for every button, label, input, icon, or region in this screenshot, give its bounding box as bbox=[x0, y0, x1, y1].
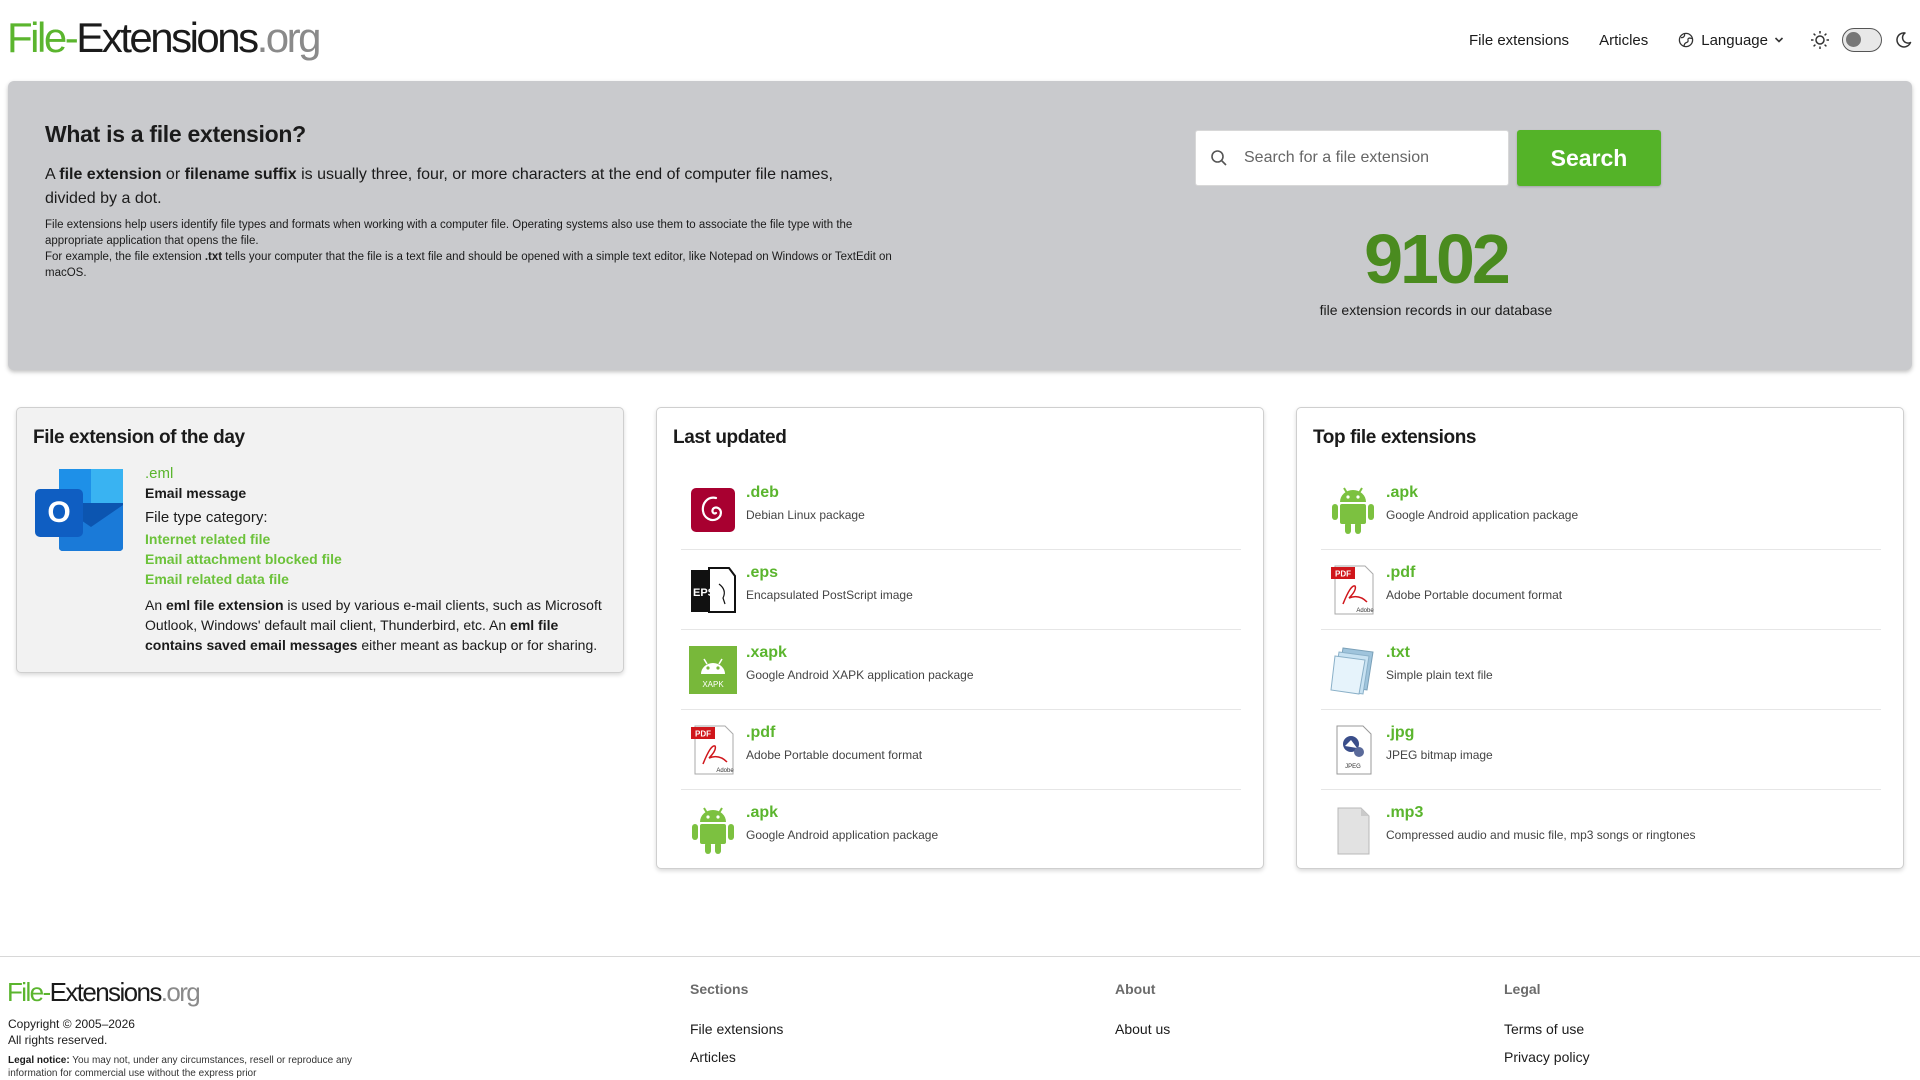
list-item[interactable]: JPEG .jpg JPEG bitmap image bbox=[1321, 710, 1881, 790]
debian-icon bbox=[691, 488, 735, 532]
footer-about: About About us bbox=[1115, 981, 1170, 1043]
list-item[interactable]: EPS .eps Encapsulated PostScript image bbox=[681, 550, 1241, 630]
last-updated-list: .deb Debian Linux package EPS .eps Encap… bbox=[681, 470, 1241, 870]
chevron-down-icon bbox=[1774, 37, 1784, 43]
moon-icon bbox=[1896, 32, 1912, 48]
category-link[interactable]: Email attachment blocked file bbox=[145, 549, 342, 569]
footer-link-terms[interactable]: Terms of use bbox=[1504, 1015, 1590, 1043]
copyright: Copyright © 2005–2026 All rights reserve… bbox=[8, 1017, 135, 1047]
last-updated-card: Last updated .deb Debian Linux package E… bbox=[656, 407, 1264, 869]
top-extensions-list: .apk Google Android application package … bbox=[1321, 470, 1881, 870]
footer-link-file-extensions[interactable]: File extensions bbox=[690, 1015, 783, 1043]
site-logo[interactable]: File-Extensions.org bbox=[7, 12, 322, 64]
svg-text:XAPK: XAPK bbox=[702, 680, 724, 689]
hero-title: What is a file extension? bbox=[45, 121, 306, 147]
record-count-label: file extension records in our database bbox=[1319, 302, 1553, 318]
nav-articles[interactable]: Articles bbox=[1599, 32, 1648, 49]
list-item[interactable]: .apk Google Android application package bbox=[681, 790, 1241, 870]
card-title: Top file extensions bbox=[1313, 427, 1477, 448]
hero-details: File extensions help users identify file… bbox=[45, 219, 892, 279]
footer-heading: Legal bbox=[1504, 981, 1541, 997]
svg-text:Adobe: Adobe bbox=[1356, 608, 1374, 614]
svg-text:JPEG: JPEG bbox=[1345, 764, 1361, 770]
card-title: File extension of the day bbox=[33, 427, 245, 448]
extension-of-the-day-card: File extension of the day O .eml Email m… bbox=[16, 407, 624, 673]
search-input[interactable] bbox=[1244, 149, 1484, 167]
site-header: File-Extensions.org File extensions Arti… bbox=[0, 0, 1920, 80]
top-nav: File extensions Articles Language bbox=[1469, 24, 1920, 56]
category-list: Internet related file Email attachment b… bbox=[145, 529, 342, 589]
svg-text:PDF: PDF bbox=[695, 730, 711, 739]
theme-switch bbox=[1810, 28, 1912, 52]
nav-file-extensions[interactable]: File extensions bbox=[1469, 32, 1569, 49]
search-box bbox=[1195, 130, 1509, 186]
search-button[interactable]: Search bbox=[1517, 130, 1661, 186]
hero-panel: What is a file extension? A file extensi… bbox=[8, 81, 1912, 370]
hero-lead: A file extension or filename suffix is u… bbox=[45, 166, 833, 207]
xapk-icon: XAPK bbox=[689, 646, 737, 694]
footer-link-privacy[interactable]: Privacy policy bbox=[1504, 1043, 1590, 1071]
list-item[interactable]: .txt Simple plain text file bbox=[1321, 630, 1881, 710]
search-icon bbox=[1211, 150, 1227, 166]
svg-text:O: O bbox=[47, 496, 70, 529]
text-file-icon bbox=[1330, 647, 1374, 695]
jpeg-icon: JPEG bbox=[1336, 725, 1372, 775]
footer-logo[interactable]: File-Extensions.org bbox=[7, 977, 201, 1008]
list-item[interactable]: PDF Adobe .pdf Adobe Portable document fo… bbox=[681, 710, 1241, 790]
android-icon bbox=[692, 807, 734, 854]
sun-icon bbox=[1811, 31, 1829, 49]
android-icon bbox=[1332, 487, 1374, 534]
record-count: 9102 bbox=[1364, 220, 1511, 298]
pdf-icon: PDF Adobe bbox=[1331, 565, 1374, 615]
pdf-icon: PDF Adobe bbox=[691, 725, 734, 775]
svg-text:Adobe: Adobe bbox=[716, 768, 734, 774]
day-description: An eml file extension is used by various… bbox=[145, 597, 602, 653]
dark-mode-toggle[interactable] bbox=[1842, 28, 1882, 52]
language-dropdown[interactable]: Language bbox=[1678, 32, 1784, 49]
outlook-icon[interactable]: O bbox=[33, 465, 127, 553]
svg-text:PDF: PDF bbox=[1335, 570, 1351, 579]
svg-text:EPS: EPS bbox=[693, 587, 715, 599]
toggle-knob bbox=[1846, 32, 1861, 47]
category-label: File type category: bbox=[145, 509, 268, 526]
list-item[interactable]: .apk Google Android application package bbox=[1321, 470, 1881, 550]
footer-heading: Sections bbox=[690, 981, 749, 997]
footer-sections: Sections File extensions Articles bbox=[690, 981, 783, 1071]
list-item[interactable]: PDF Adobe .pdf Adobe Portable document fo… bbox=[1321, 550, 1881, 630]
top-extensions-card: Top file extensions .apk Google Android … bbox=[1296, 407, 1904, 869]
footer-legal: Legal Terms of use Privacy policy bbox=[1504, 981, 1590, 1071]
site-footer: File-Extensions.org Copyright © 2005–202… bbox=[0, 956, 1920, 1080]
language-label: Language bbox=[1701, 31, 1768, 49]
category-link[interactable]: Email related data file bbox=[145, 569, 342, 589]
footer-heading: About bbox=[1115, 981, 1156, 997]
eps-icon: EPS bbox=[691, 567, 736, 613]
list-item[interactable]: .mp3 Compressed audio and music file, mp… bbox=[1321, 790, 1881, 870]
category-link[interactable]: Internet related file bbox=[145, 529, 342, 549]
legal-notice: Legal notice: You may not, under any cir… bbox=[8, 1055, 353, 1079]
list-item[interactable]: XAPK .xapk Google Android XAPK applicati… bbox=[681, 630, 1241, 710]
footer-link-about-us[interactable]: About us bbox=[1115, 1015, 1170, 1043]
globe-icon bbox=[1679, 32, 1694, 48]
generic-file-icon bbox=[1337, 807, 1370, 855]
list-item[interactable]: .deb Debian Linux package bbox=[681, 470, 1241, 550]
card-title: Last updated bbox=[673, 427, 787, 448]
day-extension[interactable]: .eml bbox=[145, 465, 173, 482]
day-extension-name: Email message bbox=[145, 485, 247, 501]
footer-link-articles[interactable]: Articles bbox=[690, 1043, 783, 1071]
